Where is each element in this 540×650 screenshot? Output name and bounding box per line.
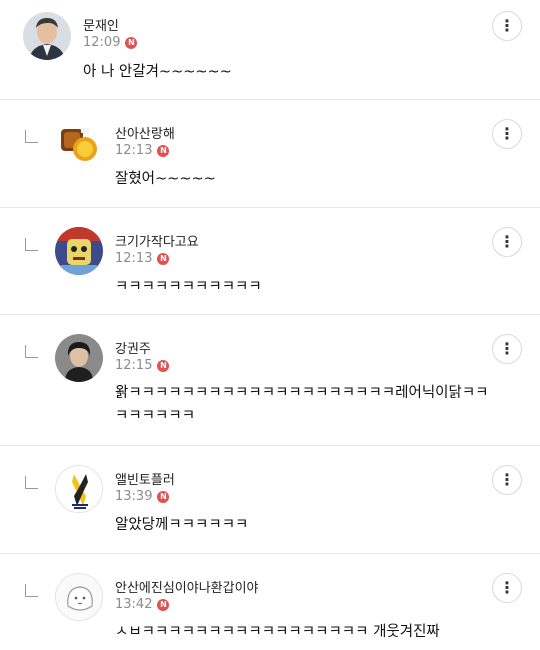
more-vertical-icon: ⋮ [499,124,515,143]
more-vertical-icon: ⋮ [499,16,515,35]
reply-arrow-icon [25,238,38,251]
more-options-button[interactable]: ⋮ [492,119,522,149]
comment-time: 12:13 [115,251,153,266]
comment-meta: 12:13 N [115,251,170,266]
new-badge-icon: N [125,36,138,49]
comment-author[interactable]: 산아산랑해 [115,123,175,142]
comment-meta: 12:09 N [83,35,138,50]
reply-arrow-icon [25,476,38,489]
comment-text: 왉ㅋㅋㅋㅋㅋㅋㅋㅋㅋㅋㅋㅋㅋㅋㅋㅋㅋㅋㅋㅋ레어닉이닭ㅋㅋㅋㅋㅋㅋㅋㅋ [115,385,489,424]
avatar[interactable] [55,573,103,621]
more-vertical-icon: ⋮ [499,470,515,489]
avatar[interactable] [55,119,103,167]
comment-text: 아 나 안갈겨~~~~~~ [83,64,232,80]
more-vertical-icon: ⋮ [499,578,515,597]
comment-text: ㅅㅂㅋㅋㅋㅋㅋㅋㅋㅋㅋㅋㅋㅋㅋㅋㅋㅋㅋ 개웃겨진짜 [115,624,440,640]
comment-item: 크기가작다고요 12:13 N ㅋㅋㅋㅋㅋㅋㅋㅋㅋㅋㅋ ⋮ [0,208,540,315]
avatar[interactable] [55,227,103,275]
more-options-button[interactable]: ⋮ [492,465,522,495]
comment-author[interactable]: 안산에진심이야나환갑이야 [115,577,259,596]
more-vertical-icon: ⋮ [499,232,515,251]
comment-time: 12:13 [115,143,153,158]
new-badge-icon: N [157,144,170,157]
comment-author[interactable]: 강권주 [115,338,151,357]
avatar[interactable] [55,465,103,513]
more-vertical-icon: ⋮ [499,339,515,358]
comment-meta: 12:13 N [115,143,170,158]
comment-meta: 13:42 N [115,597,170,612]
more-options-button[interactable]: ⋮ [492,334,522,364]
more-options-button[interactable]: ⋮ [492,227,522,257]
comment-meta: 12:15 N [115,358,170,373]
comment-text: ㅋㅋㅋㅋㅋㅋㅋㅋㅋㅋㅋ [115,279,262,295]
comment-meta: 13:39 N [115,489,170,504]
more-options-button[interactable]: ⋮ [492,11,522,41]
comment-item: 안산에진심이야나환갑이야 13:42 N ㅅㅂㅋㅋㅋㅋㅋㅋㅋㅋㅋㅋㅋㅋㅋㅋㅋㅋㅋ… [0,554,540,650]
reply-arrow-icon [25,345,38,358]
avatar[interactable] [23,12,71,60]
comment-time: 13:39 [115,489,153,504]
new-badge-icon: N [157,359,170,372]
comment-author[interactable]: 크기가작다고요 [115,231,199,250]
comment-time: 12:09 [83,35,121,50]
reply-arrow-icon [25,130,38,143]
comment-item: 문재인 12:09 N 아 나 안갈겨~~~~~~ ⋮ [0,0,540,100]
comment-item: 앨빈토플러 13:39 N 알았당께ㅋㅋㅋㅋㅋㅋ ⋮ [0,446,540,554]
more-options-button[interactable]: ⋮ [492,573,522,603]
comment-list: 문재인 12:09 N 아 나 안갈겨~~~~~~ ⋮ 산아산랑해 12:13 … [0,0,540,650]
comment-time: 13:42 [115,597,153,612]
avatar[interactable] [55,334,103,382]
reply-arrow-icon [25,584,38,597]
new-badge-icon: N [157,490,170,503]
comment-time: 12:15 [115,358,153,373]
comment-text: 알았당께ㅋㅋㅋㅋㅋㅋ [115,517,249,533]
comment-text: 잘혔어~~~~~ [115,171,216,187]
new-badge-icon: N [157,598,170,611]
comment-author[interactable]: 문재인 [83,15,119,34]
comment-item: 강권주 12:15 N 왉ㅋㅋㅋㅋㅋㅋㅋㅋㅋㅋㅋㅋㅋㅋㅋㅋㅋㅋㅋㅋ레어닉이닭ㅋㅋ… [0,315,540,446]
comment-item: 산아산랑해 12:13 N 잘혔어~~~~~ ⋮ [0,100,540,208]
comment-author[interactable]: 앨빈토플러 [115,469,175,488]
new-badge-icon: N [157,252,170,265]
